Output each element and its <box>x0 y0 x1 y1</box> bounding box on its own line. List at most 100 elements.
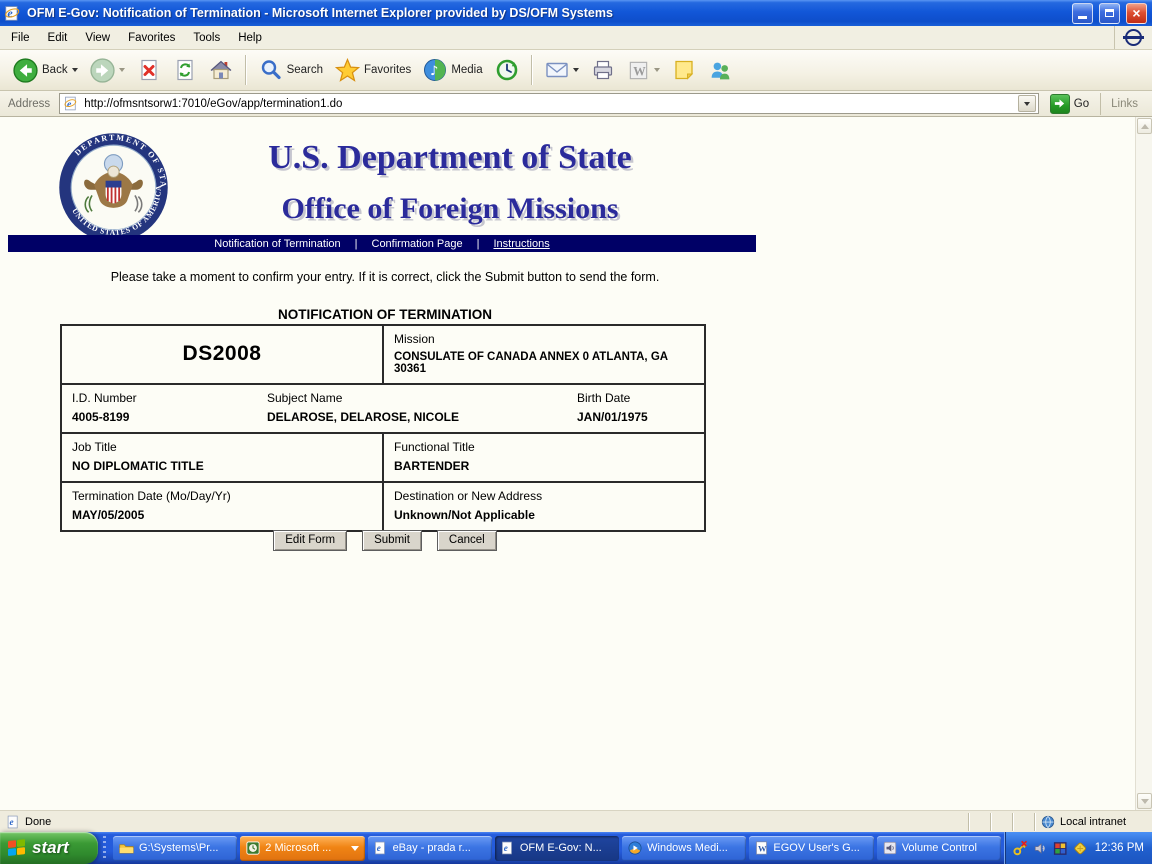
task-button-ebay[interactable]: e eBay - prada r... <box>367 835 492 861</box>
task-label: eBay - prada r... <box>392 842 471 854</box>
chevron-down-icon <box>1140 798 1149 804</box>
taskbar-clock[interactable]: 12:36 PM <box>1095 842 1144 854</box>
status-bar: e Done Local intranet <box>0 810 1152 832</box>
history-icon <box>496 59 517 81</box>
task-button-word-doc[interactable]: W EGOV User's G... <box>749 835 874 861</box>
zone-label: Local intranet <box>1060 815 1127 828</box>
minimize-button[interactable] <box>1072 2 1093 24</box>
go-label[interactable]: Go <box>1074 98 1089 110</box>
task-label: EGOV User's G... <box>773 842 860 854</box>
favorites-label: Favorites <box>364 64 412 76</box>
task-label: OFM E-Gov: N... <box>519 842 602 854</box>
toolbar-separator <box>244 55 247 85</box>
job-title-cell: Job Title NO DIPLOMATIC TITLE <box>62 434 384 481</box>
forward-dropdown-icon[interactable] <box>118 68 125 72</box>
job-title-label: Job Title <box>72 440 117 454</box>
edit-with-word-button[interactable]: W <box>622 52 665 88</box>
media-button[interactable]: ♪ Media <box>418 52 487 88</box>
print-button[interactable] <box>586 52 620 88</box>
go-arrow-icon <box>1055 99 1065 108</box>
mail-dropdown-icon[interactable] <box>572 68 579 72</box>
ie-page-icon: e <box>374 841 385 855</box>
home-button[interactable] <box>204 52 238 88</box>
svg-text:e: e <box>10 817 14 827</box>
back-icon <box>13 57 38 83</box>
go-button[interactable] <box>1049 93 1070 114</box>
links-bar[interactable]: Links <box>1100 92 1148 115</box>
favorites-star-icon <box>335 57 361 82</box>
vertical-scrollbar[interactable] <box>1135 117 1152 810</box>
nav-notification-of-termination[interactable]: Notification of Termination <box>214 238 340 250</box>
address-input[interactable]: e http://ofmsntsorw1:7010/eGov/app/termi… <box>59 93 1039 114</box>
nav-separator: | <box>354 237 358 250</box>
start-label: start <box>32 838 69 857</box>
svg-text:♪: ♪ <box>430 64 438 79</box>
task-button-group-microsoft[interactable]: 2 Microsoft ... <box>240 835 365 861</box>
forward-button[interactable] <box>85 52 130 88</box>
birth-date-value: JAN/01/1975 <box>577 410 648 424</box>
menu-view[interactable]: View <box>76 28 119 48</box>
restore-button[interactable] <box>1099 2 1120 24</box>
mission-value: CONSULATE OF CANADA ANNEX 0 ATLANTA, GA … <box>394 351 668 375</box>
security-zone-pane: Local intranet <box>1034 812 1152 831</box>
task-button-ofm-egov[interactable]: e OFM E-Gov: N... <box>494 835 620 861</box>
address-dropdown-button[interactable] <box>1017 95 1036 112</box>
discuss-button[interactable] <box>667 52 701 88</box>
id-number-label: I.D. Number <box>72 391 137 405</box>
display-grid-icon[interactable] <box>1053 841 1067 856</box>
task-label: Windows Medi... <box>647 842 728 854</box>
stop-icon <box>140 59 157 81</box>
mail-button[interactable] <box>540 52 584 88</box>
network-key-icon[interactable] <box>1013 840 1028 856</box>
menu-bar: File Edit View Favorites Tools Help <box>0 26 1152 50</box>
start-button[interactable]: start <box>0 832 98 864</box>
task-button-volume[interactable]: Volume Control <box>876 835 1001 861</box>
back-button[interactable]: Back <box>8 52 83 88</box>
task-button-media-player[interactable]: Windows Medi... <box>622 835 747 861</box>
close-icon: × <box>1132 5 1141 21</box>
status-pane <box>968 812 990 831</box>
history-button[interactable] <box>490 52 524 88</box>
cancel-button[interactable]: Cancel <box>436 530 497 551</box>
status-page-icon: e <box>7 815 18 828</box>
search-label: Search <box>286 64 324 76</box>
confirmation-message: Please take a moment to confirm your ent… <box>110 270 660 284</box>
back-dropdown-icon[interactable] <box>71 68 78 72</box>
refresh-icon <box>176 59 193 81</box>
termination-date-cell: Termination Date (Mo/Day/Yr) MAY/05/2005 <box>62 483 384 530</box>
edit-dropdown-icon[interactable] <box>653 68 660 72</box>
birth-date-label: Birth Date <box>577 391 631 405</box>
menu-tools[interactable]: Tools <box>184 28 229 48</box>
taskbar-drag-handle[interactable] <box>100 836 108 860</box>
favorites-button[interactable]: Favorites <box>330 52 416 88</box>
refresh-button[interactable] <box>168 52 202 88</box>
svg-text:e: e <box>504 843 508 853</box>
address-bar: Address e http://ofmsntsorw1:7010/eGov/a… <box>0 91 1152 117</box>
tray-volume-icon[interactable] <box>1033 841 1047 856</box>
search-button[interactable]: Search <box>254 52 328 88</box>
destination-value: Unknown/Not Applicable <box>394 508 535 522</box>
mail-icon <box>545 62 568 78</box>
connection-diamond-icon[interactable] <box>1072 840 1087 856</box>
close-button[interactable]: × <box>1126 2 1147 24</box>
links-label: Links <box>1111 97 1138 110</box>
nav-instructions-link[interactable]: Instructions <box>493 238 549 250</box>
submit-button[interactable]: Submit <box>362 530 422 551</box>
messenger-button[interactable] <box>703 52 738 88</box>
standard-toolbar: Back Search Favorites ♪ Media W <box>0 50 1152 91</box>
department-of-state-seal: DEPARTMENT OF STATE UNITED STATES OF AME… <box>57 131 168 242</box>
toolbar-separator <box>530 55 533 85</box>
scroll-down-button[interactable] <box>1137 793 1152 809</box>
edit-form-button[interactable]: Edit Form <box>273 530 348 551</box>
menu-edit[interactable]: Edit <box>39 28 77 48</box>
identity-cell: I.D. Number 4005-8199 Subject Name DELAR… <box>62 385 704 432</box>
stop-button[interactable] <box>132 52 166 88</box>
menu-favorites[interactable]: Favorites <box>119 28 184 48</box>
subject-name-label: Subject Name <box>267 391 343 405</box>
page-ie-icon: e <box>64 96 77 111</box>
task-button-explorer[interactable]: G:\Systems\Pr... <box>113 835 238 861</box>
scroll-up-button[interactable] <box>1137 118 1152 134</box>
menu-help[interactable]: Help <box>229 28 271 48</box>
menu-file[interactable]: File <box>2 28 39 48</box>
nav-confirmation-page[interactable]: Confirmation Page <box>372 238 463 250</box>
